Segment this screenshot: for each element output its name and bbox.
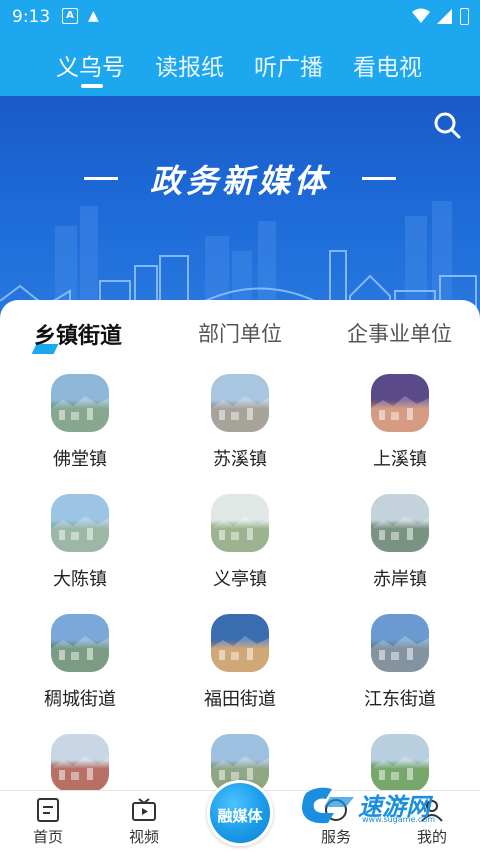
town-photo: [211, 614, 269, 672]
subtab-towns[interactable]: 乡镇街道: [34, 318, 122, 350]
town-item[interactable]: 佛堂镇: [0, 370, 160, 490]
town-label: 义亭镇: [213, 569, 267, 590]
tab-newspaper[interactable]: 读报纸: [155, 48, 224, 82]
town-item[interactable]: 江东街道: [320, 610, 480, 730]
town-photo: [371, 374, 429, 432]
status-bar: 9:13 A ▲: [0, 0, 480, 34]
active-tab-indicator: [81, 84, 103, 88]
a-notification-icon: A: [62, 8, 78, 24]
town-photo: [211, 494, 269, 552]
home-doc-icon: [37, 798, 59, 822]
town-label: 稠城街道: [44, 689, 116, 710]
search-icon[interactable]: [432, 110, 462, 140]
town-item[interactable]: 苏溪镇: [160, 370, 320, 490]
media-center-button[interactable]: 融媒体: [207, 780, 273, 846]
town-label: 苏溪镇: [213, 449, 267, 470]
town-label: 佛堂镇: [53, 449, 107, 470]
tv-play-icon: [132, 798, 156, 821]
town-item[interactable]: 稠城街道: [0, 610, 160, 730]
battery-icon: [460, 8, 469, 25]
organization-card: 乡镇街道 部门单位 企事业单位 佛堂镇 苏溪镇 上溪镇大陈镇 义亭镇 赤岸镇稠城街道 福田…: [0, 300, 480, 792]
nav-video-label: 视频: [128, 828, 159, 846]
town-photo: [51, 494, 109, 552]
subtab-departments[interactable]: 部门单位: [198, 318, 282, 348]
town-label: 赤岸镇: [373, 569, 427, 590]
nav-mine-label: 我的: [416, 828, 447, 846]
subtab-enterprises[interactable]: 企事业单位: [347, 318, 452, 348]
nav-service-label: 服务: [320, 828, 351, 846]
watermark: 速游网 www.sugame.com: [300, 783, 470, 828]
town-item[interactable]: 上溪镇: [320, 370, 480, 490]
wifi-icon: [412, 8, 430, 28]
town-item[interactable]: 赤岸镇: [320, 490, 480, 610]
status-time: 9:13: [12, 7, 51, 27]
tab-yiwu[interactable]: 义乌号: [56, 48, 125, 82]
town-label: 大陈镇: [53, 569, 107, 590]
town-photo: [51, 614, 109, 672]
nav-video[interactable]: 视频: [114, 797, 174, 847]
media-center-label: 融媒体: [217, 807, 263, 825]
warning-icon: ▲: [88, 8, 99, 24]
tab-tv[interactable]: 看电视: [353, 48, 422, 82]
town-photo: [371, 494, 429, 552]
category-tabs: 乡镇街道 部门单位 企事业单位: [0, 318, 480, 358]
tab-radio[interactable]: 听广播: [254, 48, 323, 82]
town-label: 福田街道: [204, 689, 276, 710]
town-item[interactable]: 大陈镇: [0, 490, 160, 610]
town-label: 江东街道: [364, 689, 436, 710]
town-photo: [51, 374, 109, 432]
town-photo: [51, 734, 109, 792]
title-line-right: [362, 177, 396, 180]
town-label: 上溪镇: [373, 449, 427, 470]
watermark-subtext: www.sugame.com: [362, 815, 435, 824]
town-photo: [211, 374, 269, 432]
town-item[interactable]: 义亭镇: [160, 490, 320, 610]
town-item[interactable]: 福田街道: [160, 610, 320, 730]
top-nav: 义乌号 读报纸 听广播 看电视: [0, 34, 480, 96]
nav-home[interactable]: 首页: [18, 797, 78, 847]
town-photo: [371, 614, 429, 672]
watermark-logo-icon: [302, 787, 354, 824]
signal-icon: [436, 8, 452, 28]
nav-home-label: 首页: [32, 828, 63, 846]
